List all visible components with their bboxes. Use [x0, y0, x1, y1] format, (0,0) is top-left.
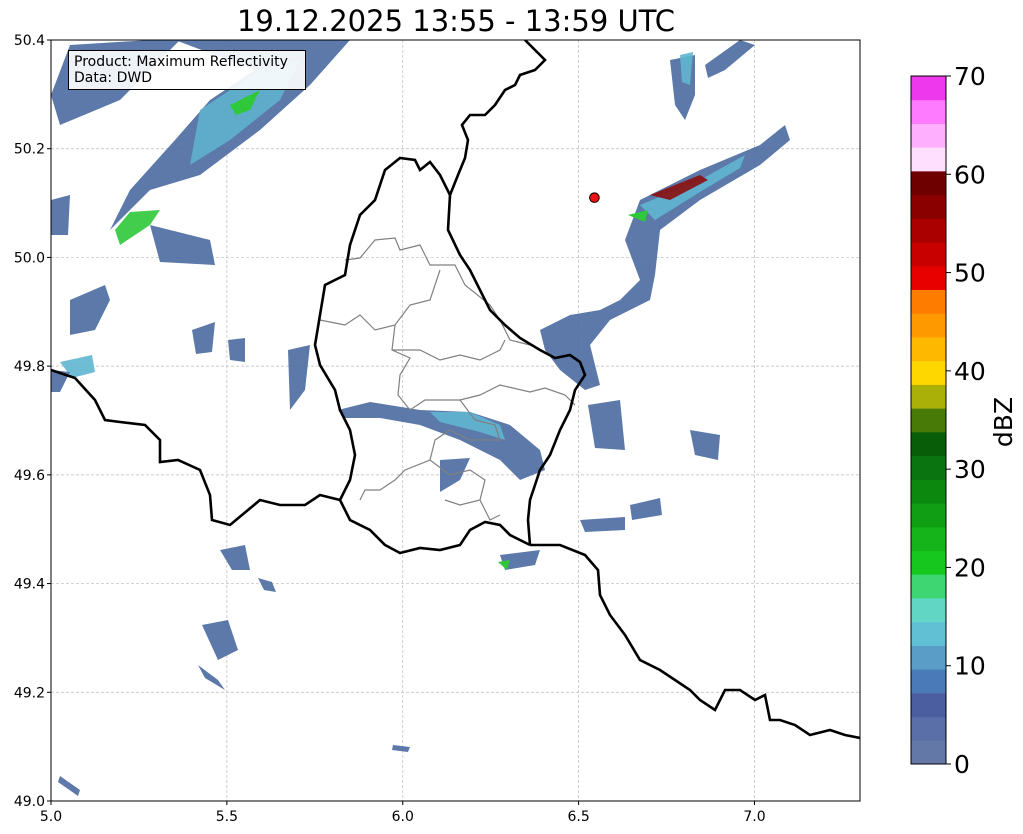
colorbar: 0 10 20 30 40 50 60 70 dBZ: [910, 62, 1018, 779]
colorbar-tick-label: 40: [954, 357, 986, 386]
colorbar-swatch: [911, 716, 946, 741]
colorbar-tick-label: 70: [954, 62, 986, 91]
colorbar-swatch: [911, 669, 946, 694]
colorbar-swatch: [911, 123, 946, 148]
colorbar-swatch: [911, 242, 946, 267]
colorbar-swatch: [911, 99, 946, 124]
colorbar-swatch: [911, 147, 946, 172]
colorbar-swatch: [911, 550, 946, 575]
colorbar-tick-label: 60: [954, 160, 986, 189]
colorbar-swatches: [911, 76, 946, 765]
colorbar-tick-label: 10: [954, 652, 986, 681]
colorbar-label: dBZ: [989, 397, 1018, 447]
colorbar-swatch: [911, 265, 946, 291]
colorbar-swatch: [911, 740, 946, 765]
colorbar-swatch: [911, 170, 946, 196]
colorbar-tick-label: 20: [954, 553, 986, 582]
colorbar-swatch: [911, 526, 946, 551]
colorbar-swatch: [911, 479, 946, 504]
colorbar-swatch: [911, 574, 946, 599]
colorbar-ticks: 0 10 20 30 40 50 60 70: [946, 62, 986, 779]
colorbar-swatch: [911, 360, 946, 385]
colorbar-tick-label: 50: [954, 259, 986, 288]
colorbar-swatch: [911, 597, 946, 623]
colorbar-swatch: [911, 194, 946, 219]
colorbar-tick-label: 0: [954, 750, 970, 779]
colorbar-swatch: [911, 336, 946, 362]
colorbar-swatch: [911, 431, 946, 457]
colorbar-swatch: [911, 503, 946, 528]
colorbar-swatch: [911, 645, 946, 670]
colorbar-swatch: [911, 313, 946, 338]
colorbar-swatch: [911, 692, 946, 718]
colorbar-swatch: [911, 455, 946, 480]
colorbar-swatch: [911, 408, 946, 433]
colorbar-swatch: [911, 384, 946, 409]
colorbar-swatch: [911, 621, 946, 646]
colorbar-swatch: [911, 218, 946, 243]
colorbar-swatch: [911, 76, 946, 101]
colorbar-swatch: [911, 289, 946, 314]
colorbar-tick-label: 30: [954, 455, 986, 484]
